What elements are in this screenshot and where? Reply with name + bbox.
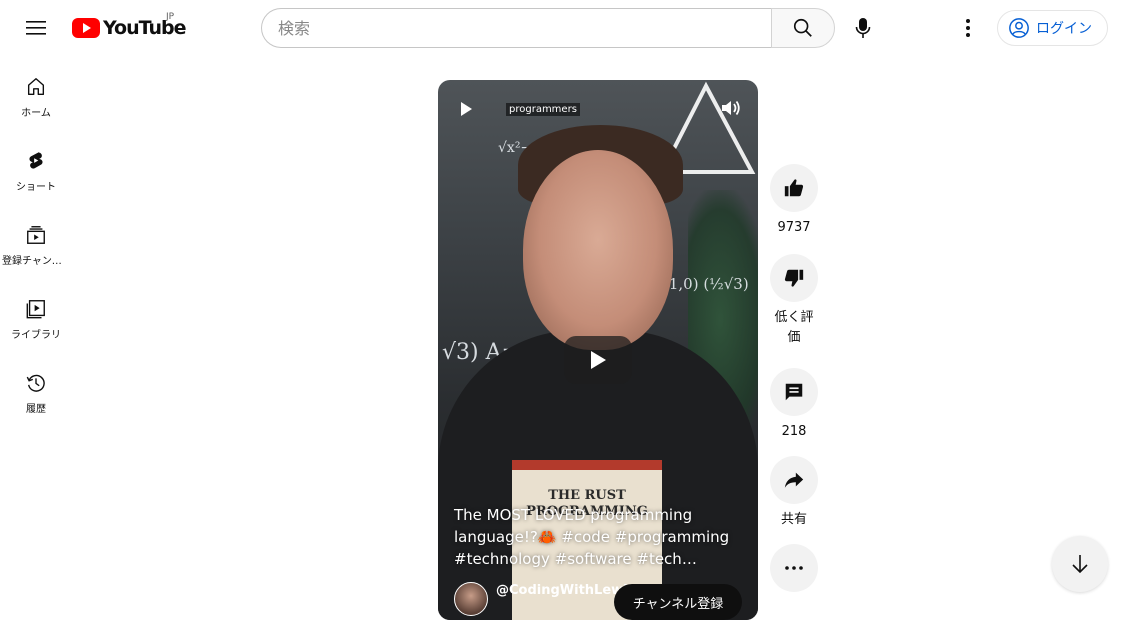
play-pause-button[interactable] (458, 100, 474, 122)
share-action: 共有 (770, 456, 818, 530)
sidebar-item-label: ショート (16, 182, 56, 193)
share-label: 共有 (780, 512, 807, 527)
comments-button[interactable] (770, 368, 818, 416)
top-bar: YouTube JP ログイン (0, 0, 1124, 56)
menu-icon[interactable] (16, 8, 56, 48)
video-overlay-tag: programmers (506, 103, 580, 116)
voice-search-button[interactable] (843, 8, 883, 48)
history-icon (26, 374, 45, 392)
sidebar-item-subscriptions[interactable]: 登録チャンネル (0, 208, 72, 282)
math-doodle: (1,0) (½√3) (663, 275, 749, 293)
sidebar-item-home[interactable]: ホーム (0, 60, 72, 134)
like-button[interactable] (770, 164, 818, 212)
video-caption[interactable]: The MOST LOVED programming language!?🦀 #… (454, 504, 744, 570)
arrow-down-icon (1072, 555, 1088, 574)
like-action: 9737 (770, 164, 818, 238)
youtube-play-icon (72, 18, 100, 38)
more-actions-button[interactable] (770, 544, 818, 592)
mini-guide: ホーム ショート 登録チャンネル ライブラリ 履歴 (0, 60, 72, 430)
center-play-button[interactable] (564, 336, 632, 384)
more-vertical-icon (966, 19, 970, 37)
sidebar-item-shorts[interactable]: ショート (0, 134, 72, 208)
shorts-action-bar: 9737 低く評価 218 共有 (770, 164, 818, 592)
like-count: 9737 (777, 220, 811, 235)
search-input[interactable] (261, 8, 771, 48)
dislike-action: 低く評価 (770, 254, 818, 348)
sidebar-item-label: ホーム (21, 108, 51, 119)
play-icon (461, 102, 472, 116)
comment-count: 218 (781, 424, 807, 439)
comment-icon (785, 383, 803, 401)
login-label: ログイン (1036, 21, 1092, 37)
subscribe-button[interactable]: チャンネル登録 (614, 584, 742, 620)
comments-action: 218 (770, 368, 818, 442)
shorts-video-player[interactable]: √x²−y² (1,0) (½√3) √3) A=½ b b x² THE RU… (438, 80, 758, 620)
dislike-label: 低く評価 (774, 310, 814, 345)
library-icon (26, 300, 45, 319)
share-icon (784, 472, 804, 488)
settings-more-button[interactable] (948, 8, 988, 48)
dislike-button[interactable] (770, 254, 818, 302)
search-icon (793, 18, 812, 37)
person-face (523, 150, 673, 350)
sidebar-item-label: ライブラリ (11, 330, 61, 341)
search-bar (261, 8, 835, 48)
volume-button[interactable] (720, 98, 742, 122)
more-horizontal-icon (785, 566, 803, 570)
thumbs-down-icon (784, 269, 804, 287)
sidebar-item-label: 履歴 (26, 404, 46, 415)
volume-icon (722, 100, 740, 116)
login-button[interactable]: ログイン (997, 10, 1108, 46)
thumbs-up-icon (784, 179, 804, 197)
region-code: JP (166, 12, 175, 22)
search-button[interactable] (771, 8, 835, 48)
sidebar-item-label: 登録チャンネル (2, 256, 70, 267)
account-icon (1009, 18, 1029, 38)
share-button[interactable] (770, 456, 818, 504)
channel-info[interactable]: @CodingWithLewi (454, 582, 628, 616)
next-video-button[interactable] (1052, 536, 1108, 592)
more-action (770, 544, 818, 592)
sidebar-item-library[interactable]: ライブラリ (0, 282, 72, 356)
channel-avatar[interactable] (454, 582, 488, 616)
microphone-icon (855, 18, 871, 38)
channel-name[interactable]: @CodingWithLewi (496, 583, 628, 598)
play-icon (591, 351, 606, 369)
home-icon (27, 78, 45, 96)
subscriptions-icon (27, 226, 45, 244)
sidebar-item-history[interactable]: 履歴 (0, 356, 72, 430)
shorts-icon (29, 152, 43, 169)
